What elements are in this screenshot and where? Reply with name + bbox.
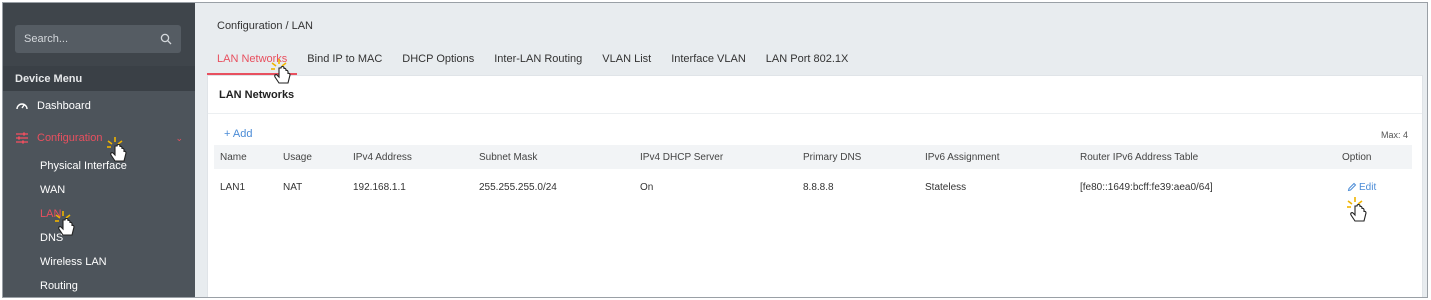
table-cell: 8.8.8.8 <box>803 181 834 193</box>
column-header: Name <box>220 151 247 163</box>
search-input[interactable]: Search... <box>15 25 181 53</box>
sidebar-subitem-wan[interactable]: WAN <box>40 184 65 196</box>
column-header: IPv4 Address <box>353 151 412 163</box>
column-header: Router IPv6 Address Table <box>1080 151 1199 163</box>
device-menu-heading: Device Menu <box>3 66 195 91</box>
breadcrumb: Configuration / LAN <box>217 20 313 32</box>
sidebar-header: Search... <box>3 3 195 66</box>
column-header: Usage <box>283 151 312 163</box>
table-cell: On <box>640 181 654 193</box>
sidebar: Search... Device Menu Dashboard Configur… <box>3 3 195 297</box>
table-cell: NAT <box>283 181 303 193</box>
tab-dhcp-options[interactable]: DHCP Options <box>392 49 484 75</box>
main-content: Configuration / LAN LAN Networks Bind IP… <box>195 3 1427 297</box>
column-header: IPv6 Assignment <box>925 151 1000 163</box>
column-header: Subnet Mask <box>479 151 538 163</box>
max-count-label: Max: 4 <box>1380 130 1408 140</box>
table-cell: 192.168.1.1 <box>353 181 406 193</box>
sidebar-subitem-routing[interactable]: Routing <box>40 280 78 292</box>
tab-lan-port-8021x[interactable]: LAN Port 802.1X <box>756 49 859 75</box>
search-placeholder: Search... <box>24 33 69 45</box>
column-header: Option <box>1342 151 1372 163</box>
edit-button[interactable]: Edit <box>1347 174 1376 200</box>
table-cell: Stateless <box>925 181 967 193</box>
chevron-down-icon: ⌄ <box>175 133 183 143</box>
sidebar-subitem-lan[interactable]: LAN <box>40 208 61 220</box>
tab-inter-lan-routing[interactable]: Inter-LAN Routing <box>484 49 592 75</box>
table-cell: LAN1 <box>220 181 246 193</box>
table-cell: 255.255.255.0/24 <box>479 181 557 193</box>
sidebar-item-label: Dashboard <box>37 100 91 112</box>
search-icon <box>160 33 172 45</box>
tab-bar: LAN Networks Bind IP to MAC DHCP Options… <box>207 49 858 75</box>
sidebar-subitem-physical-interface[interactable]: Physical Interface <box>40 160 127 172</box>
sidebar-item-label: Configuration <box>37 132 103 144</box>
tab-vlan-list[interactable]: VLAN List <box>592 49 661 75</box>
edit-label: Edit <box>1359 181 1377 193</box>
panel-title: LAN Networks <box>208 76 1422 114</box>
tab-lan-networks[interactable]: LAN Networks <box>207 49 298 75</box>
tab-bind-ip-to-mac[interactable]: Bind IP to MAC <box>297 49 392 75</box>
column-header: IPv4 DHCP Server <box>640 151 724 163</box>
sidebar-item-configuration[interactable]: Configuration ⌄ <box>15 131 183 145</box>
sidebar-subitem-wireless-lan[interactable]: Wireless LAN <box>40 256 107 268</box>
lan-networks-panel: LAN Networks + Add Max: 4 Name Usage IPv… <box>207 75 1423 297</box>
sidebar-subitem-dns[interactable]: DNS <box>40 232 63 244</box>
add-button[interactable]: + Add <box>224 128 252 140</box>
speedometer-icon <box>15 99 29 113</box>
column-header: Primary DNS <box>803 151 862 163</box>
sliders-icon <box>15 131 29 145</box>
tab-interface-vlan[interactable]: Interface VLAN <box>661 49 756 75</box>
sidebar-item-dashboard[interactable]: Dashboard <box>15 99 91 113</box>
pencil-icon <box>1347 182 1357 192</box>
table-header: Name Usage IPv4 Address Subnet Mask IPv4… <box>214 145 1412 169</box>
app-window: Search... Device Menu Dashboard Configur… <box>2 2 1428 298</box>
table-row: LAN1 NAT 192.168.1.1 255.255.255.0/24 On… <box>214 174 1412 200</box>
table-cell: [fe80::1649:bcff:fe39:aea0/64] <box>1080 181 1213 193</box>
